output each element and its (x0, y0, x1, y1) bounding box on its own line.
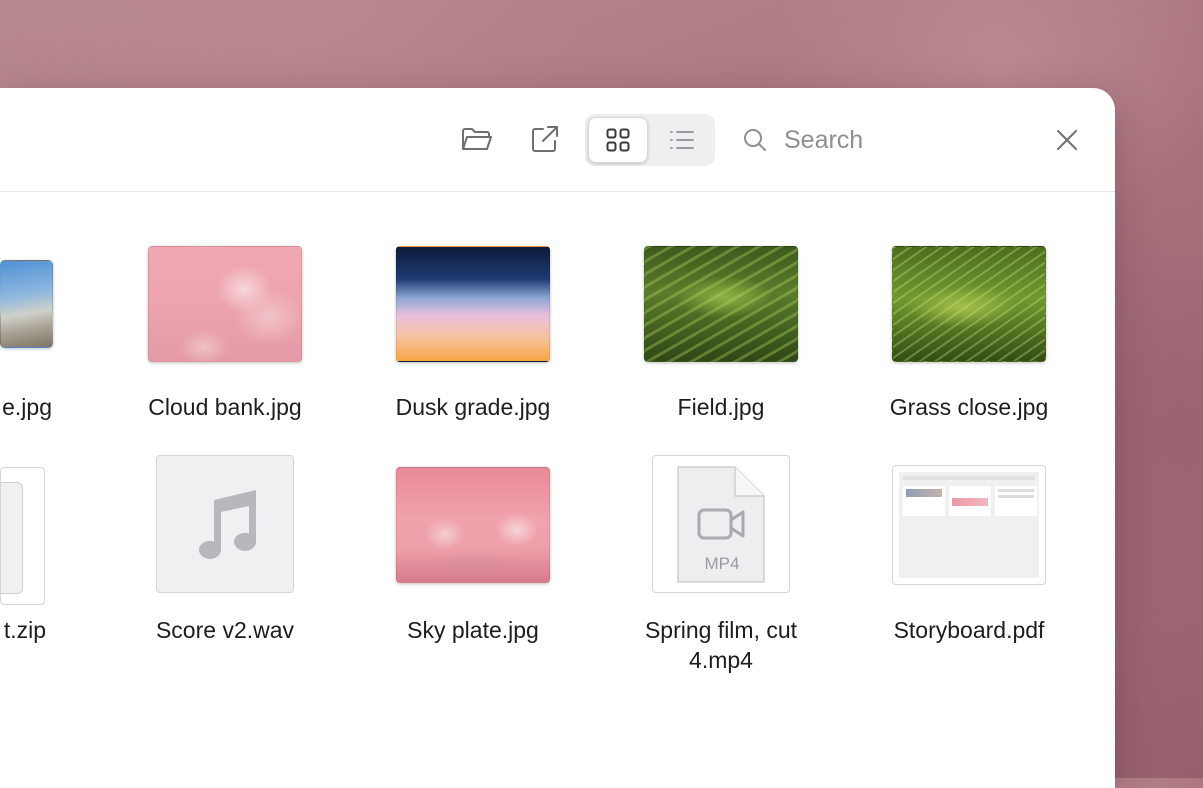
view-mode-toggle (585, 114, 715, 166)
file-thumbnail (148, 246, 302, 362)
music-note-icon (199, 490, 256, 559)
file-thumbnail (644, 246, 798, 362)
file-name: Score v2.wav (155, 617, 295, 643)
file-item[interactable]: Sky plate.jpg (373, 425, 573, 675)
file-name: Spring film, cut (644, 617, 798, 643)
file-name: e.jpg (2, 394, 52, 420)
file-thumbnail (396, 246, 550, 362)
grid-view-button[interactable] (588, 117, 648, 163)
file-item[interactable]: Grass close.jpg (869, 192, 1069, 432)
search-input[interactable] (782, 124, 986, 156)
file-name: Storyboard.pdf (893, 617, 1045, 643)
file-item[interactable]: MP4 Spring film, cut 4.mp4 (621, 425, 821, 685)
share-button[interactable] (524, 118, 566, 160)
share-icon (532, 126, 558, 152)
list-view-icon (670, 131, 694, 149)
file-item[interactable]: Cloud bank.jpg (125, 192, 325, 432)
file-name: Grass close.jpg (889, 394, 1049, 420)
file-name: Field.jpg (677, 394, 765, 420)
file-name: Sky plate.jpg (407, 617, 539, 643)
toolbar (0, 88, 1115, 192)
file-thumbnail (396, 467, 550, 583)
file-item[interactable]: t.zip (0, 425, 46, 675)
pdf-page-preview (899, 472, 1039, 578)
grid-view-icon (606, 128, 630, 152)
file-item[interactable]: Storyboard.pdf (869, 425, 1069, 675)
file-thumbnail (0, 260, 53, 348)
file-thumbnail: MP4 (652, 455, 790, 593)
folder-open-icon (462, 128, 492, 150)
file-item[interactable]: e.jpg (0, 192, 53, 432)
file-thumbnail (892, 465, 1046, 585)
file-thumbnail (156, 455, 294, 593)
file-name-line-2: 4.mp4 (689, 647, 753, 673)
file-grid: e.jpg Cloud bank.jpg Dusk grade.jpg Fiel… (0, 192, 1115, 788)
file-item[interactable]: Score v2.wav (125, 425, 325, 675)
file-type-badge: MP4 (704, 554, 740, 573)
file-item[interactable]: Dusk grade.jpg (373, 192, 573, 432)
file-name: Cloud bank.jpg (148, 394, 302, 420)
close-icon (1057, 130, 1077, 150)
file-name: Dusk grade.jpg (395, 394, 551, 420)
search-field (742, 118, 1012, 162)
close-button[interactable] (1048, 121, 1086, 159)
file-thumbnail (892, 246, 1046, 362)
list-view-button[interactable] (652, 117, 712, 163)
file-thumbnail (0, 467, 45, 605)
file-item[interactable]: Field.jpg (621, 192, 821, 432)
open-folder-button[interactable] (456, 118, 498, 160)
file-name: t.zip (3, 617, 46, 643)
zip-document-icon (1, 482, 23, 594)
file-browser-window: e.jpg Cloud bank.jpg Dusk grade.jpg Fiel… (0, 88, 1115, 788)
search-icon (744, 129, 766, 151)
